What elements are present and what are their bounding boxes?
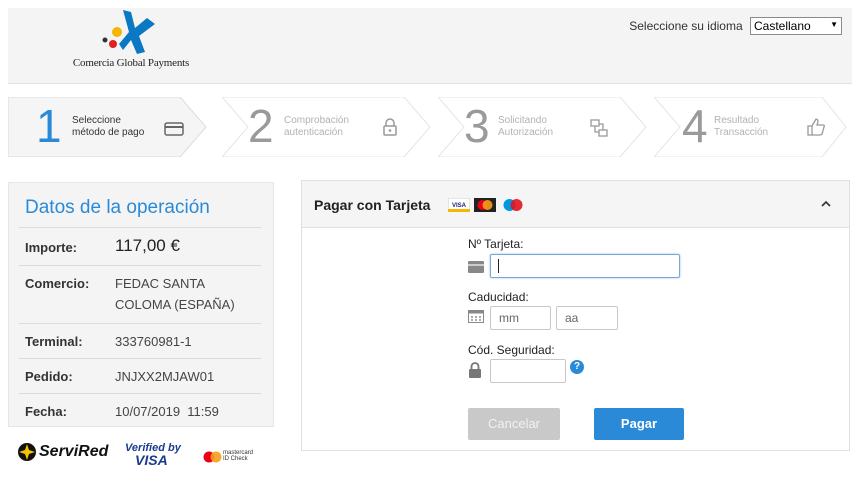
- visa-text: VISA: [135, 452, 168, 468]
- maestro-icon: [503, 199, 523, 211]
- language-label: Seleccione su idioma: [629, 19, 743, 33]
- step-4: 4 Resultado Transacción: [654, 97, 852, 157]
- step-4-line2: Transacción: [714, 127, 769, 138]
- calendar-icon: [468, 309, 484, 328]
- servired-icon: [18, 443, 36, 461]
- payment-panel-header[interactable]: Pagar con Tarjeta VISA: [302, 181, 849, 228]
- mastercard-card-icon: [474, 198, 496, 212]
- merchant-label: Comercio:: [25, 276, 90, 291]
- payment-panel: Pagar con Tarjeta VISA Nº Tarjeta: Caduc…: [301, 180, 850, 451]
- progress-steps: 1 Seleccione método de pago 2 Comprobaci…: [8, 97, 852, 157]
- padlock-icon: [468, 362, 482, 383]
- transfer-icon: [590, 119, 608, 141]
- language-value: Castellano: [754, 19, 811, 33]
- mastercard-icon: [203, 451, 222, 463]
- thumbs-up-icon: [806, 117, 826, 141]
- step-1-number: 1: [36, 100, 62, 152]
- header: Comercia Global Payments Seleccione su i…: [8, 8, 852, 84]
- card-icon: [164, 122, 184, 140]
- step-1: 1 Seleccione método de pago: [8, 97, 208, 157]
- payment-title: Pagar con Tarjeta: [314, 197, 431, 213]
- step-4-number: 4: [682, 100, 708, 152]
- date-label: Fecha:: [25, 404, 67, 419]
- order-label: Pedido:: [25, 369, 73, 384]
- chevron-up-icon[interactable]: [821, 195, 831, 211]
- security-code-input[interactable]: [490, 359, 566, 383]
- pay-button[interactable]: Pagar: [594, 408, 684, 440]
- visa-icon-text: VISA: [452, 203, 467, 209]
- verified-by-visa-logo: Verified by VISA: [125, 442, 181, 468]
- credit-card-icon: [468, 260, 484, 278]
- step-3-number: 3: [464, 100, 490, 152]
- step-2-line1: Comprobación: [284, 115, 350, 126]
- chevron-down-icon: ▼: [830, 20, 838, 29]
- expiry-year-input[interactable]: aa: [556, 306, 618, 330]
- expiry-month-input[interactable]: mm: [490, 306, 551, 330]
- lock-icon: [382, 118, 398, 140]
- order-value: JNJXX2MJAW01: [115, 369, 215, 384]
- operation-panel: Datos de la operación Importe: 117,00 € …: [8, 182, 274, 427]
- amount-label: Importe:: [25, 240, 77, 255]
- step-3: 3 Solicitando Autorización: [438, 97, 648, 157]
- help-icon[interactable]: ?: [570, 360, 584, 374]
- language-select[interactable]: Castellano ▼: [750, 17, 842, 35]
- step-1-line1: Seleccione: [72, 115, 121, 126]
- merchant-value: FEDAC SANTA COLOMA (ESPAÑA): [115, 276, 235, 312]
- security-brands: ServiRed Verified by VISA mastercard ID …: [17, 442, 277, 472]
- step-1-label: Seleccione método de pago: [72, 115, 152, 139]
- step-1-line2: método de pago: [72, 127, 145, 138]
- caixabank-logo: Comercia Global Payments: [56, 10, 206, 80]
- operation-row-order: Pedido: JNJXX2MJAW01: [19, 359, 261, 394]
- step-3-line1: Solicitando: [498, 115, 547, 126]
- language-selector: Seleccione su idioma Castellano ▼: [629, 17, 842, 35]
- cancel-button[interactable]: Cancelar: [468, 408, 560, 440]
- expiry-label: Caducidad:: [468, 290, 529, 304]
- text-cursor: [498, 259, 499, 273]
- operation-row-date: Fecha: 10/07/2019 11:59: [19, 394, 261, 426]
- step-3-line2: Autorización: [498, 127, 554, 138]
- step-4-label: Resultado Transacción: [714, 115, 794, 139]
- step-3-label: Solicitando Autorización: [498, 115, 578, 139]
- operation-row-amount: Importe: 117,00 €: [19, 228, 261, 266]
- terminal-value: 333760981-1: [115, 334, 192, 349]
- expiry-month-placeholder: mm: [499, 311, 519, 325]
- operation-row-terminal: Terminal: 333760981-1: [19, 324, 261, 359]
- card-number-input[interactable]: [490, 254, 680, 278]
- security-code-label: Cód. Seguridad:: [468, 343, 555, 357]
- servired-logo: ServiRed: [39, 443, 109, 460]
- logo-text: Comercia Global Payments: [72, 57, 190, 69]
- star-logo-icon: [102, 10, 155, 54]
- step-2: 2 Comprobación autenticación: [222, 97, 432, 157]
- step-2-line2: autenticación: [284, 127, 343, 138]
- id-check-text: ID Check: [223, 456, 248, 462]
- step-2-number: 2: [248, 100, 274, 152]
- date-value: 10/07/2019 11:59: [115, 404, 219, 419]
- amount-value: 117,00 €: [115, 236, 180, 255]
- step-2-label: Comprobación autenticación: [284, 115, 364, 139]
- visa-icon: VISA: [448, 198, 470, 212]
- operation-row-merchant: Comercio: FEDAC SANTA COLOMA (ESPAÑA): [19, 266, 261, 324]
- operation-title: Datos de la operación: [25, 197, 210, 218]
- expiry-year-placeholder: aa: [565, 311, 579, 325]
- step-4-line1: Resultado: [714, 115, 760, 126]
- terminal-label: Terminal:: [25, 334, 83, 349]
- mastercard-id-check-logo: mastercard ID Check: [223, 450, 253, 462]
- card-number-label: Nº Tarjeta:: [468, 237, 524, 251]
